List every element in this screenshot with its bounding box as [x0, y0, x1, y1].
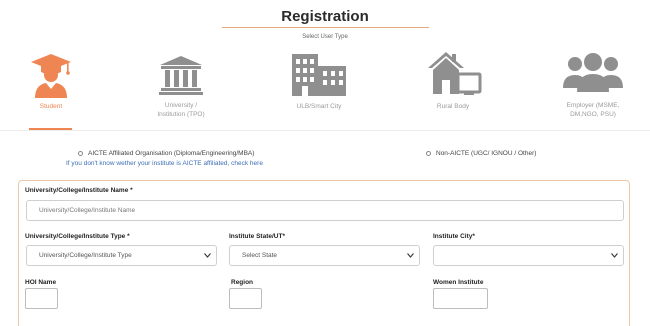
chevron-down-icon [407, 253, 414, 258]
user-type-selector: Student University / Institution (TPO) U… [0, 48, 650, 130]
aicte-check-link[interactable]: If you don't know wether your institute … [66, 160, 263, 167]
user-type-employer[interactable]: Employer (MSME, DM,NGO, PSU) [558, 48, 628, 119]
title-underline [222, 27, 429, 28]
user-type-label-line1: Employer (MSME, [566, 102, 620, 109]
institute-state-label: Institute State/UT* [229, 233, 285, 240]
institute-name-placeholder: University/College/Institute Name [39, 207, 136, 214]
graduate-icon [31, 54, 71, 98]
chevron-down-icon [611, 253, 618, 258]
radio-aicte-label: AICTE Affiliated Organisation (Diploma/E… [88, 150, 255, 157]
institute-type-value: University/College/Institute Type [39, 252, 132, 259]
user-type-university[interactable]: University / Institution (TPO) [146, 48, 216, 119]
chevron-down-icon [204, 253, 211, 258]
user-type-student[interactable]: Student [20, 48, 82, 111]
institute-type-select[interactable]: University/College/Institute Type [26, 245, 217, 266]
region-label: Region [231, 279, 254, 286]
institute-name-input[interactable]: University/College/Institute Name [26, 200, 624, 221]
user-type-label: Rural Body [436, 103, 470, 110]
institute-type-label: University/College/Institute Type * [25, 233, 130, 240]
radio-aicte-affiliated[interactable]: AICTE Affiliated Organisation (Diploma/E… [78, 150, 254, 157]
radio-button[interactable] [78, 151, 83, 156]
institute-name-label: University/College/Institute Name * [25, 187, 133, 194]
radio-non-aicte[interactable]: Non-AICTE (UGC/ IGNOU / Other) [426, 150, 536, 157]
institute-state-select[interactable]: Select State [229, 245, 420, 266]
divider [0, 130, 650, 131]
institution-building-icon [159, 56, 203, 95]
region-input[interactable] [229, 288, 262, 309]
radio-non-aicte-label: Non-AICTE (UGC/ IGNOU / Other) [436, 150, 537, 157]
user-type-label: ULB/Smart City [296, 103, 342, 110]
hoi-name-label: HOI Name [25, 279, 57, 286]
women-institute-label: Women Institute [433, 279, 484, 286]
women-institute-input[interactable] [433, 288, 488, 309]
people-group-icon [563, 53, 623, 92]
radio-button[interactable] [426, 151, 431, 156]
user-type-label-line1: University / [164, 102, 198, 109]
user-type-ulb-smart-city[interactable]: ULB/Smart City [284, 48, 354, 111]
page-title: Registration [281, 8, 369, 25]
page-subtitle: Select User Type [302, 34, 348, 40]
institute-city-select[interactable] [433, 245, 624, 266]
city-buildings-icon [292, 54, 346, 96]
user-type-label-line2: DM,NGO, PSU) [570, 111, 616, 118]
rural-house-icon [428, 52, 482, 95]
registration-form-card: University/College/Institute Name * Univ… [18, 180, 630, 326]
institute-state-value: Select State [242, 252, 278, 259]
institute-city-label: Institute City* [433, 233, 475, 240]
user-type-label-line2: Institution (TPO) [157, 111, 205, 118]
hoi-name-input[interactable] [25, 288, 58, 309]
user-type-rural-body[interactable]: Rural Body [420, 48, 486, 111]
user-type-label: Student [39, 103, 63, 110]
